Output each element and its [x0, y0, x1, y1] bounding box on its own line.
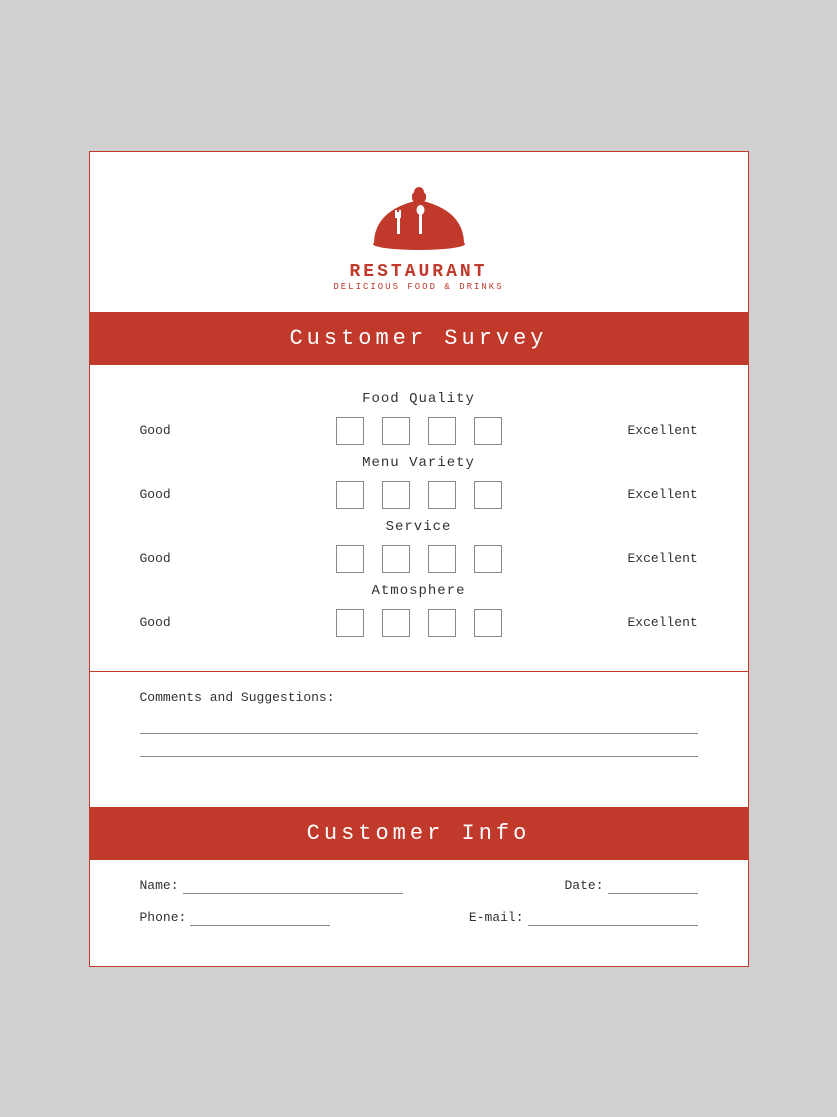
- menu-variety-low: Good: [140, 487, 210, 502]
- menu-variety-checkboxes: [336, 481, 502, 509]
- atmosphere-row: Good Excellent: [140, 609, 698, 637]
- restaurant-name: RESTAURANT: [349, 262, 487, 282]
- phone-email-row: Phone: E-mail:: [140, 910, 698, 926]
- atmosphere-box-3[interactable]: [428, 609, 456, 637]
- menu-variety-box-3[interactable]: [428, 481, 456, 509]
- name-field: Name:: [140, 878, 403, 894]
- info-section: Name: Date: Phone: E-mail:: [90, 860, 748, 966]
- service-box-2[interactable]: [382, 545, 410, 573]
- food-quality-box-2[interactable]: [382, 417, 410, 445]
- service-box-4[interactable]: [474, 545, 502, 573]
- menu-variety-box-2[interactable]: [382, 481, 410, 509]
- info-banner: Customer Info: [90, 807, 748, 860]
- survey-form: RESTAURANT DELICIOUS FOOD & DRINKS Custo…: [89, 151, 749, 967]
- survey-section: Food Quality Good Excellent Menu Variety…: [90, 365, 748, 672]
- service-high: Excellent: [628, 551, 698, 566]
- atmosphere-checkboxes: [336, 609, 502, 637]
- food-quality-low: Good: [140, 423, 210, 438]
- atmosphere-low: Good: [140, 615, 210, 630]
- food-quality-high: Excellent: [628, 423, 698, 438]
- food-quality-label: Food Quality: [140, 391, 698, 407]
- service-label: Service: [140, 519, 698, 535]
- service-low: Good: [140, 551, 210, 566]
- menu-variety-box-4[interactable]: [474, 481, 502, 509]
- phone-field: Phone:: [140, 910, 331, 926]
- menu-variety-high: Excellent: [628, 487, 698, 502]
- service-row: Good Excellent: [140, 545, 698, 573]
- menu-variety-label: Menu Variety: [140, 455, 698, 471]
- service-checkboxes: [336, 545, 502, 573]
- food-quality-box-3[interactable]: [428, 417, 456, 445]
- comments-section: Comments and Suggestions:: [90, 672, 748, 807]
- comment-line-1: [140, 733, 698, 734]
- food-quality-row: Good Excellent: [140, 417, 698, 445]
- food-quality-checkboxes: [336, 417, 502, 445]
- name-line[interactable]: [183, 878, 403, 894]
- phone-line[interactable]: [190, 910, 330, 926]
- restaurant-logo: [364, 182, 474, 262]
- email-field: E-mail:: [469, 910, 698, 926]
- phone-label: Phone:: [140, 910, 187, 925]
- atmosphere-box-1[interactable]: [336, 609, 364, 637]
- date-line[interactable]: [608, 878, 698, 894]
- food-quality-box-1[interactable]: [336, 417, 364, 445]
- comment-line-2: [140, 756, 698, 757]
- menu-variety-row: Good Excellent: [140, 481, 698, 509]
- restaurant-tagline: DELICIOUS FOOD & DRINKS: [333, 282, 503, 292]
- atmosphere-high: Excellent: [628, 615, 698, 630]
- logo-section: RESTAURANT DELICIOUS FOOD & DRINKS: [90, 152, 748, 312]
- menu-variety-box-1[interactable]: [336, 481, 364, 509]
- service-box-3[interactable]: [428, 545, 456, 573]
- date-label: Date:: [564, 878, 603, 893]
- service-box-1[interactable]: [336, 545, 364, 573]
- name-date-row: Name: Date:: [140, 878, 698, 894]
- atmosphere-box-2[interactable]: [382, 609, 410, 637]
- atmosphere-box-4[interactable]: [474, 609, 502, 637]
- atmosphere-label: Atmosphere: [140, 583, 698, 599]
- email-label: E-mail:: [469, 910, 524, 925]
- name-label: Name:: [140, 878, 179, 893]
- email-line[interactable]: [528, 910, 698, 926]
- comments-label: Comments and Suggestions:: [140, 690, 698, 705]
- food-quality-box-4[interactable]: [474, 417, 502, 445]
- survey-banner: Customer Survey: [90, 312, 748, 365]
- date-field: Date:: [564, 878, 697, 894]
